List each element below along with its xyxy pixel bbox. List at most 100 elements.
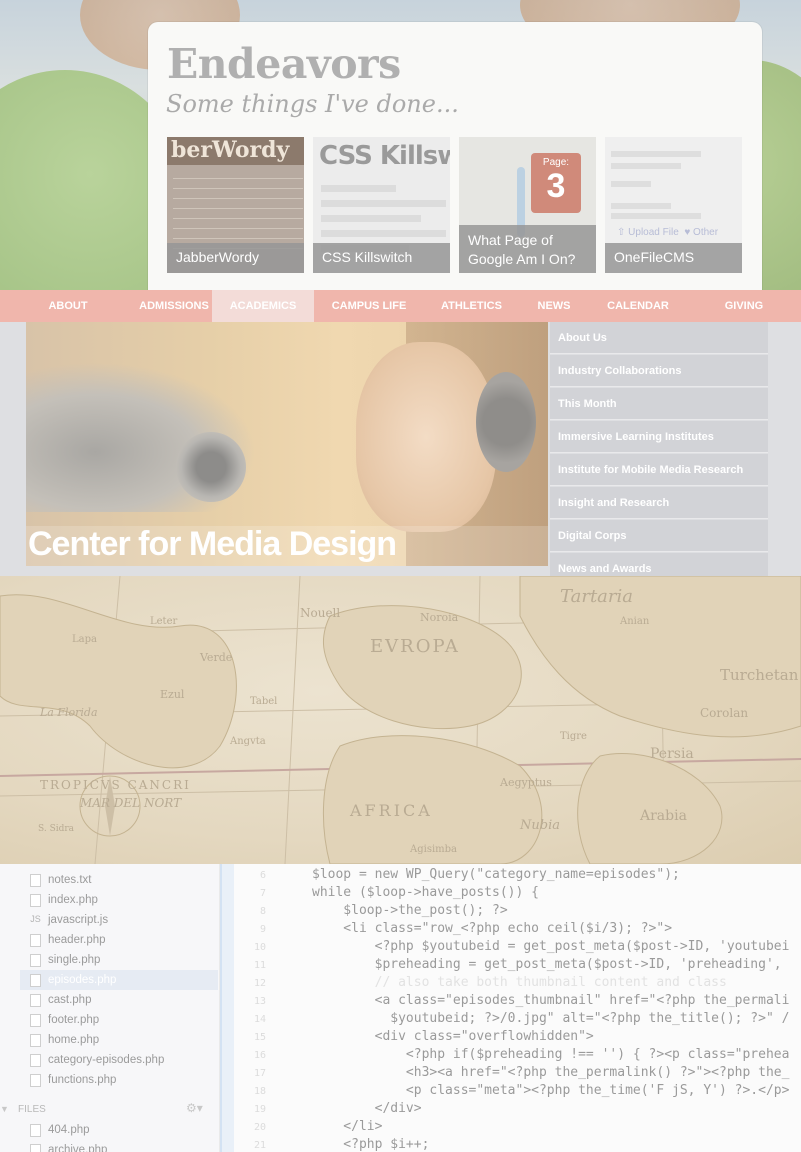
files-section-header: FILES	[18, 1104, 46, 1115]
map-label: Lapa	[72, 634, 97, 645]
person-face-graphic	[356, 342, 496, 532]
main-nav: About Admissions Academics Campus Life A…	[0, 290, 801, 322]
thumb-table-preview	[173, 169, 303, 249]
file-item-footer[interactable]: footer.php	[30, 1010, 218, 1030]
file-item-single[interactable]: single.php	[30, 950, 218, 970]
submenu-item-mobile-media-research[interactable]: Institute for Mobile Media Research	[550, 454, 768, 486]
nav-item-admissions[interactable]: Admissions	[136, 290, 212, 322]
sub-menu: About Us Industry Collaborations This Mo…	[550, 322, 768, 586]
code-line: 14 $youtubeid; ?>/0.jpg" alt="<?php the_…	[253, 1011, 790, 1026]
code-line: 15 <div class="overflowhidden">	[253, 1029, 594, 1044]
map-label: Arabia	[640, 808, 687, 824]
file-item-cast[interactable]: cast.php	[30, 990, 218, 1010]
antique-map: Tartaria EVROPA Nouell Noroia La Florida…	[0, 576, 801, 864]
submenu-item-insight-research[interactable]: Insight and Research	[550, 487, 768, 519]
university-content: Center for Media Design About Us Industr…	[0, 322, 801, 585]
map-label: Agisimba	[410, 844, 457, 855]
file-item-archive[interactable]: archive.php	[30, 1140, 218, 1152]
map-label: EVROPA	[370, 636, 460, 657]
php-file-icon	[30, 953, 41, 967]
nav-item-about[interactable]: About	[0, 290, 136, 322]
code-line: 21 <?php $i++;	[253, 1137, 430, 1152]
code-line: 9 <li class="row_<?php echo ceil($i/3); …	[259, 921, 673, 936]
project-thumb-onefilecms[interactable]: ⇧ Upload File ♥ Other OneFileCMS	[605, 137, 742, 273]
project-thumb-css-killswitch[interactable]: CSS Killswitch CSS Killswitch	[313, 137, 450, 273]
code-area[interactable]: 6 $loop = new WP_Query("category_name=epi…	[240, 864, 801, 1152]
portfolio-card: Endeavors Some things I've done... berWo…	[148, 22, 762, 290]
project-thumb-jabberwordy[interactable]: berWordy JabberWordy	[167, 137, 304, 273]
file-item-home[interactable]: home.php	[30, 1030, 218, 1050]
php-file-icon	[30, 1033, 41, 1047]
submenu-item-about-us[interactable]: About Us	[550, 322, 768, 354]
map-label: Leter	[150, 616, 178, 627]
submenu-item-industry-collaborations[interactable]: Industry Collaborations	[550, 355, 768, 387]
map-label: Ezul	[160, 688, 185, 701]
file-item-functions[interactable]: functions.php	[30, 1070, 218, 1090]
code-line: 20 </li>	[253, 1119, 383, 1134]
camera-lens-graphic	[176, 432, 246, 502]
thumb-caption: What Page of Google Am I On?	[459, 225, 596, 273]
nav-item-news[interactable]: News	[519, 290, 589, 322]
thumb-caption: CSS Killswitch	[313, 243, 450, 273]
text-file-icon	[30, 873, 41, 887]
file-item-javascript[interactable]: JS javascript.js	[30, 910, 218, 930]
map-label: Tigre	[560, 731, 587, 742]
php-file-icon	[30, 1143, 41, 1152]
thumb-heading: CSS Killswitch	[319, 141, 450, 171]
map-label: S. Sidra	[38, 824, 75, 834]
php-file-icon	[30, 1013, 41, 1027]
map-label: La Florida	[40, 706, 98, 719]
project-thumb-google-page[interactable]: Page: 3 What Page of Google Am I On?	[459, 137, 596, 273]
nav-item-campus-life[interactable]: Campus Life	[314, 290, 424, 322]
file-item-header[interactable]: header.php	[30, 930, 218, 950]
code-line: 19 </div>	[253, 1101, 422, 1116]
file-item-episodes[interactable]: episodes.php	[20, 970, 218, 990]
map-label: Corolan	[700, 706, 749, 720]
file-sidebar: notes.txt index.php JS javascript.js head…	[0, 864, 220, 1152]
upload-link: ⇧ Upload File ♥ Other	[617, 227, 719, 238]
nav-item-giving[interactable]: Giving	[687, 290, 801, 322]
submenu-item-digital-corps[interactable]: Digital Corps	[550, 520, 768, 552]
submenu-item-this-month[interactable]: This Month	[550, 388, 768, 420]
map-label: Nubia	[520, 818, 560, 833]
map-label: AFRICA	[350, 801, 433, 820]
thumb-heading: berWordy	[167, 137, 304, 165]
page-badge: Page: 3	[531, 153, 581, 213]
thumb-caption: OneFileCMS	[605, 243, 742, 273]
map-label: Noroia	[420, 611, 459, 624]
portfolio-section: Endeavors Some things I've done... berWo…	[0, 0, 801, 290]
map-label: Angvta	[230, 736, 266, 747]
js-file-icon: JS	[30, 913, 41, 924]
code-line: 17 <h3><a href="<?php the_permalink() ?>…	[253, 1065, 790, 1080]
heart-icon: ♥	[684, 227, 694, 238]
nav-item-athletics[interactable]: Athletics	[424, 290, 519, 322]
nav-item-calendar[interactable]: Calendar	[589, 290, 687, 322]
php-file-icon	[30, 1073, 41, 1087]
code-line: 18 <p class="meta"><?php the_time('F jS,…	[253, 1083, 790, 1098]
map-label: Verde	[200, 651, 233, 664]
file-item-notes[interactable]: notes.txt	[30, 870, 218, 890]
map-label: MAR DEL NORT	[80, 796, 182, 810]
page-subtitle: Some things I've done...	[166, 90, 459, 118]
file-item-index[interactable]: index.php	[30, 890, 218, 910]
thumb-caption-line: Google Am I On?	[468, 251, 576, 267]
code-line: 13 <a class="episodes_thumbnail" href="<…	[253, 993, 790, 1008]
file-item-404[interactable]: 404.php	[30, 1120, 218, 1140]
file-item-category-episodes[interactable]: category-episodes.php	[30, 1050, 218, 1070]
code-line: 8 $loop->the_post(); ?>	[259, 903, 508, 918]
page-title: Endeavors	[167, 40, 401, 88]
submenu-item-immersive-learning[interactable]: Immersive Learning Institutes	[550, 421, 768, 453]
code-line: 7 while ($loop->have_posts()) {	[259, 885, 539, 900]
editor-gutter	[220, 864, 234, 1152]
php-file-icon	[30, 973, 41, 987]
php-file-icon	[30, 1053, 41, 1067]
map-label: Aegyptus	[500, 776, 552, 789]
gear-icon[interactable]: ⚙▾	[186, 1101, 203, 1115]
map-label: Persia	[650, 746, 694, 762]
badge-number: 3	[546, 167, 566, 205]
nav-item-academics[interactable]: Academics	[212, 290, 314, 322]
upload-icon: ⇧	[617, 227, 629, 238]
collapse-triangle-icon[interactable]: ▼	[0, 1104, 9, 1114]
code-line: 6 $loop = new WP_Query("category_name=epi…	[259, 867, 680, 882]
badge-label: Page:	[542, 157, 570, 168]
